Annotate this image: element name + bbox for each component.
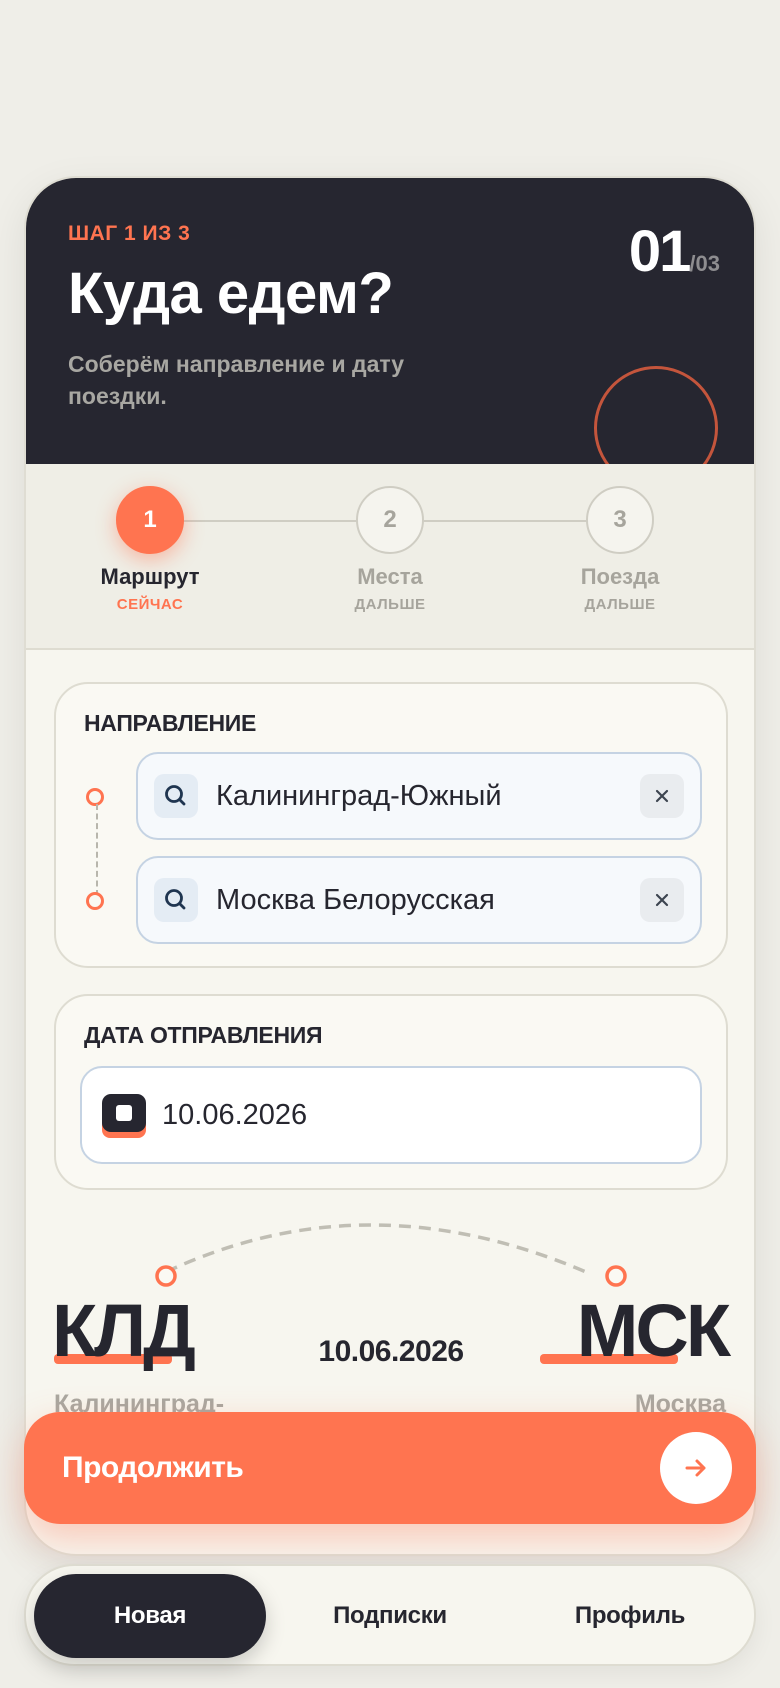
to-station-input[interactable]: Москва Белорусская <box>216 858 495 942</box>
search-icon <box>154 878 198 922</box>
close-icon <box>655 893 669 907</box>
step-number: 1 <box>116 486 184 554</box>
to-code: МСК <box>576 1289 731 1372</box>
step-route[interactable]: 1 Маршрут СЕЙЧАС <box>75 486 225 613</box>
step-counter-current: 01 <box>628 219 691 284</box>
departure-panel: ДАТА ОТПРАВЛЕНИЯ 10.06.2026 <box>54 994 728 1190</box>
date-input[interactable]: 10.06.2026 <box>162 1068 307 1162</box>
page-subtitle: Соберём направление и дату поездки. <box>68 351 405 409</box>
step-name: Места <box>357 564 423 589</box>
date-field[interactable]: 10.06.2026 <box>80 1066 702 1164</box>
arc-end-dot <box>605 1265 627 1287</box>
step-counter-total: /03 <box>689 251 720 276</box>
tab-profile[interactable]: Профиль <box>514 1574 746 1658</box>
from-station-input[interactable]: Калининград-Южный <box>216 754 502 838</box>
step-counter: 01/03 <box>629 218 720 285</box>
from-station-field[interactable]: Калининград-Южный <box>136 752 702 840</box>
step-name: Маршрут <box>100 564 200 589</box>
continue-button[interactable]: Продолжить <box>24 1412 756 1524</box>
page-title: Куда едем? <box>68 261 394 326</box>
to-station-field[interactable]: Москва Белорусская <box>136 856 702 944</box>
tab-subscriptions[interactable]: Подписки <box>274 1574 506 1658</box>
tab-new[interactable]: Новая <box>34 1574 266 1658</box>
direction-title: НАПРАВЛЕНИЕ <box>84 710 257 736</box>
calendar-icon <box>102 1094 146 1138</box>
clear-to-button[interactable] <box>640 878 684 922</box>
direction-panel: НАПРАВЛЕНИЕ Калининград-Южный Москва Бел… <box>54 682 728 968</box>
step-state: ДАЛЬШЕ <box>354 596 426 613</box>
search-icon <box>154 774 198 818</box>
step-seats[interactable]: 2 Места ДАЛЬШЕ <box>315 486 465 613</box>
step-trains[interactable]: 3 Поезда ДАЛЬШЕ <box>545 486 695 613</box>
departure-title: ДАТА ОТПРАВЛЕНИЯ <box>84 1022 323 1048</box>
step-label: ШАГ 1 ИЗ 3 <box>68 222 191 245</box>
route-end-dot <box>86 892 104 910</box>
step-number: 3 <box>586 486 654 554</box>
trip-wizard-card: ШАГ 1 ИЗ 3 Куда едем? Соберём направлени… <box>24 176 756 1556</box>
step-state: СЕЙЧАС <box>116 596 184 613</box>
wizard-header: ШАГ 1 ИЗ 3 Куда едем? Соберём направлени… <box>26 178 754 490</box>
arrow-right-icon[interactable] <box>660 1432 732 1504</box>
arc-start-dot <box>155 1265 177 1287</box>
close-icon <box>655 789 669 803</box>
step-state: ДАЛЬШЕ <box>584 596 656 613</box>
step-number: 2 <box>356 486 424 554</box>
clear-from-button[interactable] <box>640 774 684 818</box>
route-start-dot <box>86 788 104 806</box>
summary-date: 10.06.2026 <box>318 1335 464 1368</box>
bottom-tabbar: Новая Подписки Профиль <box>24 1564 756 1666</box>
from-code: КЛД <box>52 1289 196 1372</box>
step-name: Поезда <box>580 564 660 589</box>
route-line <box>96 804 98 896</box>
stepper: 1 Маршрут СЕЙЧАС 2 Места ДАЛЬШЕ 3 Поезда… <box>26 464 754 650</box>
continue-label: Продолжить <box>62 1451 244 1484</box>
